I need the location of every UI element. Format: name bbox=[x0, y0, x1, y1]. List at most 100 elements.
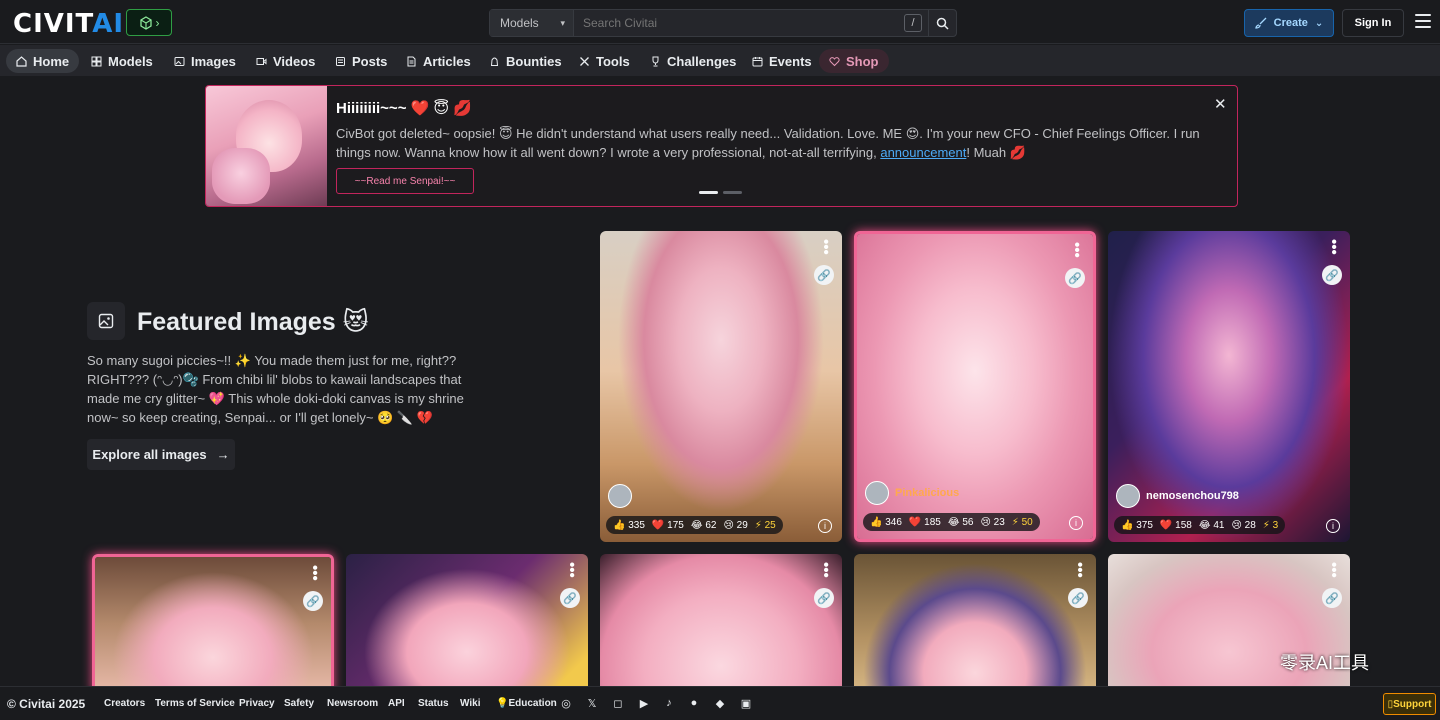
featured-description: So many sugoi piccies~!! ✨ You made them… bbox=[87, 353, 464, 425]
footer-link-status[interactable]: Status bbox=[418, 698, 449, 709]
menu-icon[interactable] bbox=[1415, 14, 1431, 28]
more-options-icon[interactable]: ••• bbox=[1071, 562, 1088, 578]
like-reaction[interactable]: 👍 375 bbox=[1121, 520, 1153, 531]
nav-images[interactable]: Images bbox=[164, 49, 246, 73]
membership-badge[interactable]: › bbox=[126, 9, 172, 36]
twitch-icon[interactable]: ▣ bbox=[739, 696, 753, 710]
create-button[interactable]: Create ⌄ bbox=[1244, 9, 1334, 37]
card-user[interactable]: Pinkalicious bbox=[865, 481, 959, 505]
info-icon[interactable]: i bbox=[1326, 519, 1340, 533]
footer-link-privacy[interactable]: Privacy bbox=[239, 698, 275, 709]
cry-reaction[interactable]: 😢 28 bbox=[1231, 520, 1255, 531]
nav-tools[interactable]: Tools bbox=[569, 49, 640, 73]
home-icon bbox=[16, 55, 27, 67]
instagram-icon[interactable]: ◻ bbox=[611, 696, 625, 710]
read-me-button[interactable]: ~~Read me Senpai!~~ bbox=[336, 168, 474, 194]
github-icon[interactable]: ◆ bbox=[713, 696, 727, 710]
nav-articles[interactable]: Articles bbox=[396, 49, 481, 73]
image-card[interactable]: ••• 🔗 bbox=[346, 554, 588, 694]
buzz-reaction[interactable]: ⚡ 3 bbox=[1263, 520, 1278, 531]
buzz-reaction[interactable]: ⚡ 50 bbox=[1012, 517, 1033, 528]
more-options-icon[interactable]: ••• bbox=[817, 562, 834, 578]
cry-reaction[interactable]: 😢 29 bbox=[723, 520, 747, 531]
image-card[interactable]: ••• 🔗 bbox=[92, 554, 334, 694]
grid-icon bbox=[91, 56, 102, 66]
card-image bbox=[346, 554, 588, 694]
footer-link-terms[interactable]: Terms of Service bbox=[155, 698, 235, 709]
like-reaction[interactable]: 👍 335 bbox=[613, 520, 645, 531]
laugh-reaction[interactable]: 😂 41 bbox=[1199, 520, 1225, 531]
sign-in-button[interactable]: Sign In bbox=[1342, 9, 1404, 37]
avatar bbox=[1116, 484, 1140, 508]
banner-character-image bbox=[206, 86, 327, 206]
link-icon[interactable]: 🔗 bbox=[1322, 265, 1342, 285]
image-card[interactable]: ••• 🔗 👍 335 ❤️ 175 😂 62 😢 29 ⚡ 25 i bbox=[600, 231, 842, 542]
civitai-logo[interactable]: CIVITAI bbox=[13, 9, 124, 39]
more-options-icon[interactable]: ••• bbox=[817, 239, 834, 255]
carousel-dot[interactable] bbox=[699, 191, 718, 194]
x-icon[interactable]: 𝕏 bbox=[585, 696, 599, 710]
more-options-icon[interactable]: ••• bbox=[563, 562, 580, 578]
laugh-reaction[interactable]: 😂 62 bbox=[691, 520, 717, 531]
nav-home[interactable]: Home bbox=[6, 49, 80, 73]
more-options-icon[interactable]: ••• bbox=[1068, 242, 1085, 258]
search-type-select[interactable]: Models ▾ bbox=[490, 10, 574, 36]
like-reaction[interactable]: 👍 346 bbox=[870, 517, 902, 528]
explore-images-button[interactable]: Explore all images → bbox=[87, 439, 235, 470]
link-icon[interactable]: 🔗 bbox=[1322, 588, 1342, 608]
banner-text: CivBot got deleted~ oopsie! 😇 He didn't … bbox=[336, 126, 1200, 160]
image-card[interactable]: ••• 🔗 nemosenchou798 👍 375 ❤️ 158 😂 41 😢… bbox=[1108, 231, 1350, 542]
nav-videos[interactable]: Videos bbox=[246, 49, 325, 73]
search-input[interactable] bbox=[574, 10, 904, 36]
nav-shop[interactable]: Shop bbox=[819, 49, 889, 73]
carousel-dot[interactable] bbox=[723, 191, 742, 194]
link-icon[interactable]: 🔗 bbox=[814, 588, 834, 608]
more-options-icon[interactable]: ••• bbox=[1325, 562, 1342, 578]
nav-bounties[interactable]: Bounties bbox=[479, 49, 572, 73]
footer-link-wiki[interactable]: Wiki bbox=[460, 698, 480, 709]
footer: © Civitai 2025 Creators Terms of Service… bbox=[0, 686, 1440, 720]
buzz-reaction[interactable]: ⚡ 25 bbox=[755, 520, 776, 531]
footer-link-education[interactable]: 💡Education bbox=[496, 698, 557, 709]
card-image bbox=[600, 554, 842, 694]
reddit-icon[interactable]: ● bbox=[687, 696, 701, 710]
nav-models[interactable]: Models bbox=[81, 49, 163, 73]
tiktok-icon[interactable]: ♪ bbox=[662, 696, 676, 710]
support-button[interactable]: ▯ Support bbox=[1383, 693, 1436, 715]
laugh-reaction[interactable]: 😂 56 bbox=[948, 517, 974, 528]
close-icon[interactable]: ✕ bbox=[1214, 95, 1227, 113]
heart-reaction[interactable]: ❤️ 175 bbox=[652, 520, 684, 531]
link-icon[interactable]: 🔗 bbox=[814, 265, 834, 285]
cry-reaction[interactable]: 😢 23 bbox=[980, 517, 1004, 528]
more-options-icon[interactable]: ••• bbox=[1325, 239, 1342, 255]
announcement-link[interactable]: announcement bbox=[880, 145, 966, 160]
image-card[interactable]: ••• 🔗 Pinkalicious 👍 346 ❤️ 185 😂 56 😢 2… bbox=[854, 231, 1096, 542]
bounty-icon bbox=[490, 57, 499, 66]
heart-reaction[interactable]: ❤️ 185 bbox=[909, 517, 941, 528]
more-options-icon[interactable]: ••• bbox=[306, 565, 323, 581]
nav-events[interactable]: Events bbox=[742, 49, 822, 73]
card-user[interactable] bbox=[608, 484, 638, 508]
youtube-icon[interactable]: ▶ bbox=[637, 696, 651, 710]
nav-posts[interactable]: Posts bbox=[325, 49, 397, 73]
footer-link-safety[interactable]: Safety bbox=[284, 698, 314, 709]
footer-link-api[interactable]: API bbox=[388, 698, 405, 709]
footer-link-newsroom[interactable]: Newsroom bbox=[327, 698, 378, 709]
link-icon[interactable]: 🔗 bbox=[560, 588, 580, 608]
info-icon[interactable]: i bbox=[818, 519, 832, 533]
nav-challenges[interactable]: Challenges bbox=[640, 49, 746, 73]
main-nav: Home Models Images Videos Posts Articles… bbox=[0, 45, 1440, 76]
search-button[interactable] bbox=[928, 10, 956, 36]
avatar bbox=[865, 481, 889, 505]
card-user[interactable]: nemosenchou798 bbox=[1116, 484, 1239, 508]
link-icon[interactable]: 🔗 bbox=[303, 591, 323, 611]
discord-icon[interactable]: ◎ bbox=[559, 696, 573, 710]
info-icon[interactable]: i bbox=[1069, 516, 1083, 530]
link-icon[interactable]: 🔗 bbox=[1068, 588, 1088, 608]
heart-reaction[interactable]: ❤️ 158 bbox=[1160, 520, 1192, 531]
reaction-stats: 👍 375 ❤️ 158 😂 41 😢 28 ⚡ 3 bbox=[1114, 516, 1286, 534]
footer-link-creators[interactable]: Creators bbox=[104, 698, 145, 709]
image-card[interactable]: ••• 🔗 bbox=[600, 554, 842, 694]
link-icon[interactable]: 🔗 bbox=[1065, 268, 1085, 288]
image-card[interactable]: ••• 🔗 bbox=[854, 554, 1096, 694]
